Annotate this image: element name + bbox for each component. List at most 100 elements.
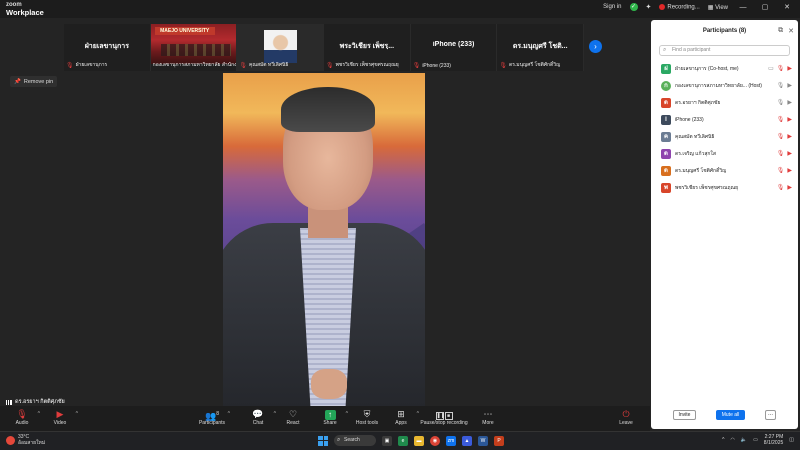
mic-muted-icon[interactable]: 🎙: [777, 150, 785, 157]
chat-button[interactable]: 💬 Chat ^: [238, 408, 278, 430]
edge-icon[interactable]: e: [398, 435, 408, 446]
video-off-icon[interactable]: ▶: [787, 133, 792, 140]
video-button[interactable]: ▶ Video ^: [40, 408, 80, 430]
share-button[interactable]: ↑ Share ^: [310, 408, 350, 430]
mic-muted-icon[interactable]: 🎙: [777, 167, 785, 174]
apps-icon: ⊞: [397, 409, 405, 419]
sign-in-link[interactable]: Sign in: [603, 4, 621, 10]
file-explorer-icon[interactable]: ▬: [414, 435, 424, 446]
chevron-up-icon[interactable]: ^: [228, 411, 230, 417]
mic-muted-icon[interactable]: 🎙: [777, 65, 785, 72]
apps-button[interactable]: ⊞ Apps ^: [381, 408, 421, 430]
participant-row[interactable]: ด ดร.อรยาฯ กิตติศุภชัย 🎙 ▶: [651, 94, 798, 111]
panel-footer: Invite Mute all ...: [651, 408, 798, 426]
video-tile[interactable]: พระวิเชียร เพ็ชรฺ... 🎙 พชรวิเชียร เพ็ชรศุ…: [324, 24, 411, 71]
react-button[interactable]: ♡ React: [273, 408, 313, 430]
weather-location: อ้อมสายใหม่: [18, 440, 46, 446]
participant-status: 🎙 ▶: [777, 167, 792, 174]
close-panel-icon[interactable]: ✕: [788, 27, 794, 35]
tile-name: ฝ่ายเลขานุการ: [75, 62, 108, 68]
taskbar-search[interactable]: ⌕ Search: [334, 435, 376, 446]
invite-button[interactable]: Invite: [673, 410, 696, 420]
participant-status: 🎙 ▶: [777, 150, 792, 157]
next-page-button[interactable]: ›: [589, 40, 602, 53]
video-icon[interactable]: ▶: [787, 82, 792, 89]
zoom-logo: zoom Workplace: [6, 1, 44, 17]
video-tile[interactable]: ดร.มนุญศรี โชติ... 🎙 ดร.มนุญศรี โชติศักดิ…: [497, 24, 585, 71]
mic-muted-icon[interactable]: 🎙: [777, 184, 785, 191]
shield-icon[interactable]: ✓: [629, 3, 638, 11]
task-view-icon[interactable]: ▣: [382, 435, 392, 446]
participant-photo: [264, 30, 298, 63]
video-off-icon[interactable]: ▶: [787, 167, 792, 174]
zoom-icon[interactable]: zm: [446, 435, 456, 446]
participant-row[interactable]: พ พชรวิเชียร เพ็ชรศุขศรณฤณยุ 🎙 ▶: [651, 179, 798, 196]
participant-row[interactable]: I iPhone (233) 🎙 ▶: [651, 111, 798, 128]
audio-button[interactable]: 🎙 Audio ^: [2, 408, 42, 430]
share-icon: ↑: [310, 408, 350, 420]
chevron-up-icon[interactable]: ^: [722, 437, 724, 443]
pause-stop-icon: ❚❚ ■: [418, 408, 470, 420]
participants-button[interactable]: 👥8 Participants ^: [192, 408, 232, 430]
chrome-icon[interactable]: ◉: [430, 435, 440, 446]
word-icon[interactable]: W: [478, 435, 488, 446]
speaker-icon[interactable]: 🔈: [741, 437, 747, 443]
logo-line2: Workplace: [6, 8, 44, 17]
weather-text: 33°C อ้อมสายใหม่: [18, 434, 45, 446]
mic-muted-icon: 🎙: [16, 409, 28, 419]
mic-icon[interactable]: 🎙: [777, 99, 785, 106]
panel-more-button[interactable]: ...: [765, 410, 776, 420]
participants-icon: 👥8: [205, 411, 219, 421]
battery-icon[interactable]: ▭: [753, 437, 758, 443]
search-icon: ⌕: [337, 437, 341, 443]
remove-pin-button[interactable]: 📌 Remove pin: [10, 76, 58, 87]
mute-all-button[interactable]: Mute all: [716, 410, 745, 420]
windows-start-icon[interactable]: [318, 435, 328, 446]
close-button[interactable]: ✕: [780, 3, 794, 11]
video-off-icon[interactable]: ▶: [787, 184, 792, 191]
participant-status: 🎙 ▶: [777, 133, 792, 140]
video-tile[interactable]: iPhone (233) 🎙 iPhone (233): [410, 24, 498, 71]
weather-widget[interactable]: 33°C อ้อมสายใหม่: [6, 434, 45, 446]
avatar: ด: [661, 148, 671, 159]
maximize-button[interactable]: ▢: [758, 3, 772, 11]
tile-big-name: พระวิเชียร เพ็ชรฺ...: [339, 43, 395, 50]
pause-recording-button[interactable]: ❚❚ ■ Pause/stop recording: [418, 408, 470, 430]
ai-companion-icon[interactable]: ✦: [646, 3, 652, 11]
wifi-icon[interactable]: ◠: [730, 437, 734, 443]
participant-row[interactable]: ด ดร.เจริญ แก้วสุกใส 🎙 ▶: [651, 145, 798, 162]
popout-icon[interactable]: ⧉: [778, 27, 783, 35]
mic-muted-icon: 🎙: [239, 62, 247, 69]
minimize-button[interactable]: —: [736, 4, 750, 11]
mic-icon[interactable]: 🎙: [777, 82, 785, 89]
participant-row[interactable]: ก กองเลขานุการสภามหาวิทยาลัย... (Host) 🎙…: [651, 77, 798, 94]
leave-label: Leave: [619, 420, 633, 426]
windows-taskbar: 33°C อ้อมสายใหม่ ⌕ Search ▣ e ▬ ◉ zm ▲ W …: [0, 431, 800, 450]
find-participant-input[interactable]: ⌕ Find a participant: [659, 45, 790, 56]
participant-name: พชรวิเชียร เพ็ชรศุขศรณฤณยุ: [675, 184, 739, 191]
participant-row[interactable]: ด ดร.มนุญศรี โชติศักดิ์วิญ 🎙 ▶: [651, 162, 798, 179]
video-off-icon[interactable]: ▶: [787, 116, 792, 123]
search-icon: ⌕: [663, 47, 667, 53]
video-icon[interactable]: ▶: [787, 99, 792, 106]
view-button[interactable]: ▦ View: [708, 4, 728, 11]
mic-muted-icon[interactable]: 🎙: [777, 116, 785, 123]
photos-icon[interactable]: ▲: [462, 435, 472, 446]
leave-button[interactable]: ⏻ Leave: [606, 408, 646, 430]
mic-muted-icon[interactable]: 🎙: [777, 133, 785, 140]
video-off-icon[interactable]: ▶: [787, 150, 792, 157]
clock[interactable]: 2:27 PM 8/1/2025: [764, 434, 783, 446]
powerpoint-icon[interactable]: P: [494, 435, 504, 446]
apps-label: Apps: [395, 420, 407, 426]
recording-indicator[interactable]: Recording...: [659, 3, 700, 10]
notifications-icon[interactable]: ◫: [789, 437, 794, 443]
room-banner: MAEJO UNIVERSITY: [154, 27, 215, 35]
more-button[interactable]: ⋯ More: [468, 408, 508, 430]
participant-row[interactable]: ค คุณสมัต ทวีเลิศนิธิ 🎙 ▶: [651, 128, 798, 145]
participant-row[interactable]: ฝ ฝ่ายเลขานุการ (Co-host, me) ▭ 🎙 ▶: [651, 60, 798, 77]
chevron-up-icon[interactable]: ^: [76, 411, 78, 417]
video-tile[interactable]: ฝ่ายเลขานุการ 🎙 ฝ่ายเลขานุการ: [64, 24, 151, 71]
video-off-icon[interactable]: ▶: [787, 65, 792, 72]
video-tile[interactable]: 🎙 คุณสมัต ทวีเลิศนิธิ: [237, 24, 325, 71]
video-tile[interactable]: MAEJO UNIVERSITY กองเลขานุการสภามหาวิทยา…: [150, 24, 238, 71]
